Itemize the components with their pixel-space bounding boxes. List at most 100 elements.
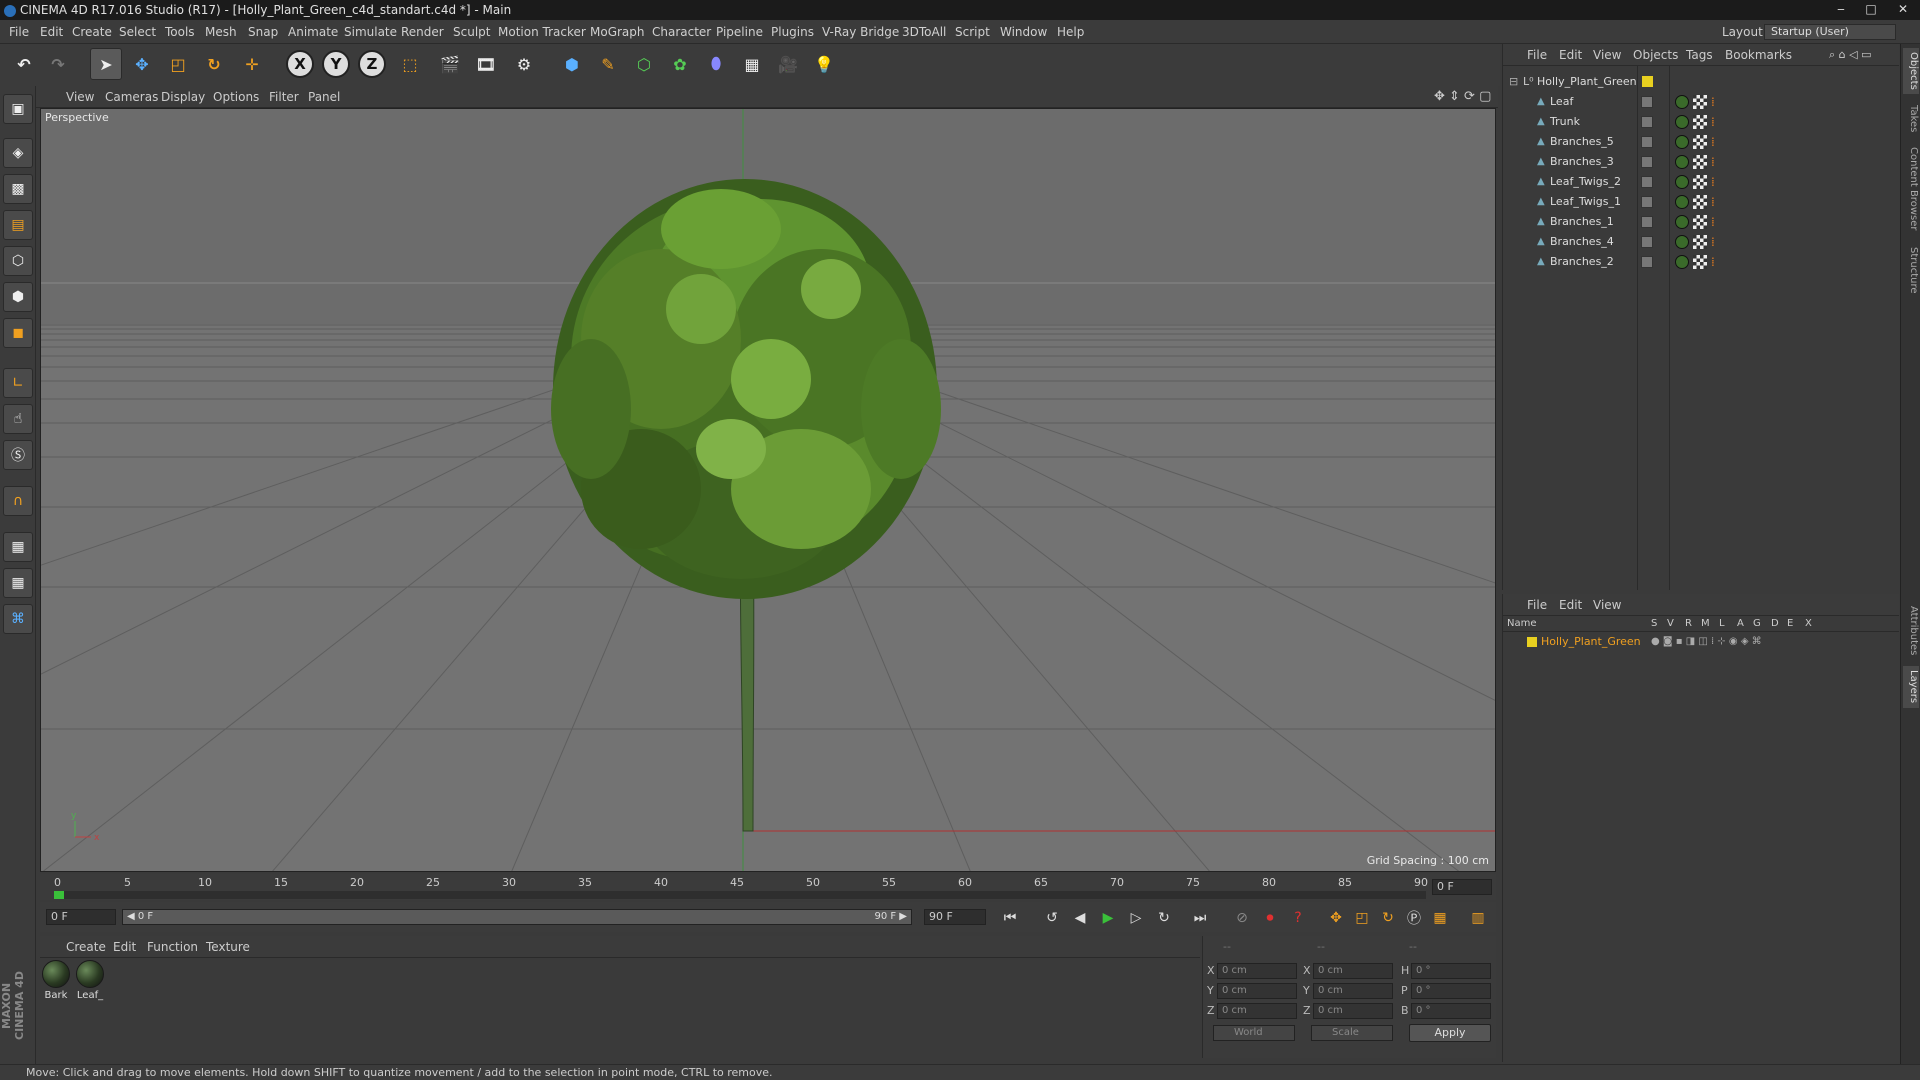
material-leaf[interactable]: Leaf_ bbox=[75, 960, 105, 1001]
tweak-mode-icon[interactable]: ☝ bbox=[3, 404, 33, 434]
polygons-mode-icon[interactable]: ◼ bbox=[3, 318, 33, 348]
menu-vray-bridge[interactable]: V-Ray Bridge bbox=[822, 20, 899, 44]
points-mode-icon[interactable]: ⬡ bbox=[3, 246, 33, 276]
menu-plugins[interactable]: Plugins bbox=[771, 20, 814, 44]
workplane-icon[interactable]: ▦ bbox=[3, 568, 33, 598]
object-menu-bookmarks[interactable]: Bookmarks bbox=[1725, 44, 1792, 66]
tab-objects[interactable]: Objects bbox=[1903, 48, 1919, 94]
viewport-menu-options[interactable]: Options bbox=[213, 86, 259, 108]
object-menu-file[interactable]: File bbox=[1527, 44, 1547, 66]
object-search-icon[interactable]: ⌕ ⌂ ◁ ▭ bbox=[1829, 44, 1872, 66]
layer-menu-view[interactable]: View bbox=[1593, 594, 1621, 616]
menu-character[interactable]: Character bbox=[652, 20, 711, 44]
maximize-button[interactable]: □ bbox=[1856, 0, 1886, 18]
visibility-toggle[interactable] bbox=[1641, 216, 1653, 228]
layer-row[interactable]: Holly_Plant_Green ● ◙ ▪ ◨ ◫ ⁞ ⊹ ◉ ◈ ⌘ bbox=[1503, 634, 1899, 650]
object-row[interactable]: ▲ Branches_1 ⁞ bbox=[1503, 212, 1899, 232]
menu-tools[interactable]: Tools bbox=[165, 20, 195, 44]
layer-flag-icons[interactable]: ● ◙ ▪ ◨ ◫ ⁞ ⊹ ◉ ◈ ⌘ bbox=[1651, 634, 1762, 650]
go-to-end-icon[interactable]: ⏭ bbox=[1188, 907, 1212, 929]
menu-create[interactable]: Create bbox=[72, 20, 112, 44]
workplane-mode-icon[interactable]: ▤ bbox=[3, 210, 33, 240]
undo-icon[interactable]: ↶ bbox=[8, 48, 40, 80]
y-axis-lock-button[interactable]: Y bbox=[320, 48, 352, 80]
object-row[interactable]: ▲ Leaf_Twigs_2 ⁞ bbox=[1503, 172, 1899, 192]
material-menu-texture[interactable]: Texture bbox=[206, 936, 250, 958]
visibility-toggle[interactable] bbox=[1641, 136, 1653, 148]
uvw-tag-icon[interactable] bbox=[1693, 95, 1707, 109]
tab-layers[interactable]: Layers bbox=[1903, 666, 1919, 708]
axis-mode-icon[interactable]: ∟ bbox=[3, 368, 33, 398]
material-tag-icon[interactable] bbox=[1675, 175, 1689, 189]
scale-tool-icon[interactable]: ◰ bbox=[162, 48, 194, 80]
frame-range-slider[interactable]: ◀ 0 F 90 F ▶ bbox=[122, 909, 912, 925]
record-active-icon[interactable]: ⏺ bbox=[1258, 907, 1282, 929]
light-icon[interactable]: 💡 bbox=[808, 48, 840, 80]
tab-content-browser[interactable]: Content Browser bbox=[1903, 144, 1919, 234]
selection-tag-icon[interactable]: ⁞ bbox=[1711, 95, 1723, 109]
menu-file[interactable]: File bbox=[9, 20, 29, 44]
redo-icon[interactable]: ↷ bbox=[42, 48, 74, 80]
menu-window[interactable]: Window bbox=[1000, 20, 1047, 44]
z-axis-lock-button[interactable]: Z bbox=[356, 48, 388, 80]
start-frame-field[interactable]: 0 F bbox=[46, 909, 116, 925]
uvw-tag-icon[interactable] bbox=[1693, 115, 1707, 129]
selection-tag-icon[interactable]: ⁞ bbox=[1711, 155, 1723, 169]
menu-snap[interactable]: Snap bbox=[248, 20, 278, 44]
tab-attributes[interactable]: Attributes bbox=[1903, 602, 1919, 660]
next-key-icon[interactable]: ↻ bbox=[1152, 907, 1176, 929]
menu-help[interactable]: Help bbox=[1057, 20, 1084, 44]
next-frame-icon[interactable]: ▷ bbox=[1124, 907, 1148, 929]
x-axis-lock-button[interactable]: X bbox=[284, 48, 316, 80]
python-icon[interactable]: ⌘ bbox=[3, 604, 33, 634]
coord-pos-z-field[interactable]: 0 cm bbox=[1217, 1003, 1297, 1019]
object-menu-objects[interactable]: Objects bbox=[1633, 44, 1678, 66]
menu-mesh[interactable]: Mesh bbox=[205, 20, 237, 44]
selection-tag-icon[interactable]: ⁞ bbox=[1711, 255, 1723, 269]
viewport-menu-panel[interactable]: Panel bbox=[308, 86, 340, 108]
object-row[interactable]: ▲ Leaf_Twigs_1 ⁞ bbox=[1503, 192, 1899, 212]
make-editable-icon[interactable]: ▣ bbox=[3, 94, 33, 124]
uvw-tag-icon[interactable] bbox=[1693, 175, 1707, 189]
layer-menu-file[interactable]: File bbox=[1527, 594, 1547, 616]
uvw-tag-icon[interactable] bbox=[1693, 235, 1707, 249]
coord-pos-x-field[interactable]: 0 cm bbox=[1217, 963, 1297, 979]
layer-color-swatch[interactable] bbox=[1527, 637, 1537, 647]
current-frame-field[interactable]: 0 F bbox=[1432, 879, 1492, 895]
layer-col-expressions[interactable]: E bbox=[1787, 618, 1793, 629]
material-tag-icon[interactable] bbox=[1675, 215, 1689, 229]
edges-mode-icon[interactable]: ⬢ bbox=[3, 282, 33, 312]
layer-col-render[interactable]: R bbox=[1685, 618, 1692, 629]
menu-motion-tracker[interactable]: Motion Tracker bbox=[498, 20, 586, 44]
material-menu-create[interactable]: Create bbox=[66, 936, 106, 958]
uvw-tag-icon[interactable] bbox=[1693, 195, 1707, 209]
object-row[interactable]: ▲ Branches_5 ⁞ bbox=[1503, 132, 1899, 152]
material-tag-icon[interactable] bbox=[1675, 115, 1689, 129]
layer-col-manager[interactable]: M bbox=[1701, 618, 1710, 629]
key-parameter-icon[interactable]: Ⓟ bbox=[1402, 907, 1426, 929]
3d-viewport[interactable]: y x Perspective Grid Spacing : 100 cm bbox=[40, 108, 1496, 872]
key-scale-icon[interactable]: ◰ bbox=[1350, 907, 1374, 929]
layer-col-locked[interactable]: L bbox=[1719, 618, 1725, 629]
viewport-menu-view[interactable]: View bbox=[66, 86, 94, 108]
cloner-icon[interactable]: ✿ bbox=[664, 48, 696, 80]
material-tag-icon[interactable] bbox=[1675, 255, 1689, 269]
object-menu-view[interactable]: View bbox=[1593, 44, 1621, 66]
material-tag-icon[interactable] bbox=[1675, 195, 1689, 209]
uvw-tag-icon[interactable] bbox=[1693, 155, 1707, 169]
key-rotation-icon[interactable]: ↻ bbox=[1376, 907, 1400, 929]
end-frame-field[interactable]: 90 F bbox=[924, 909, 986, 925]
menu-mograph[interactable]: MoGraph bbox=[590, 20, 645, 44]
coord-rot-h-field[interactable]: 0 ° bbox=[1411, 963, 1491, 979]
menu-pipeline[interactable]: Pipeline bbox=[716, 20, 763, 44]
coordinate-system-icon[interactable]: ⬚ bbox=[394, 48, 426, 80]
apply-button[interactable]: Apply bbox=[1409, 1024, 1491, 1042]
viewport-camera-label[interactable]: Perspective bbox=[45, 111, 109, 124]
go-to-start-icon[interactable]: ⏮ bbox=[998, 907, 1022, 929]
object-menu-tags[interactable]: Tags bbox=[1686, 44, 1713, 66]
material-tag-icon[interactable] bbox=[1675, 155, 1689, 169]
material-menu-edit[interactable]: Edit bbox=[113, 936, 136, 958]
object-menu-edit[interactable]: Edit bbox=[1559, 44, 1582, 66]
layer-col-xref[interactable]: X bbox=[1805, 618, 1812, 629]
autokey-icon[interactable]: ? bbox=[1286, 907, 1310, 929]
